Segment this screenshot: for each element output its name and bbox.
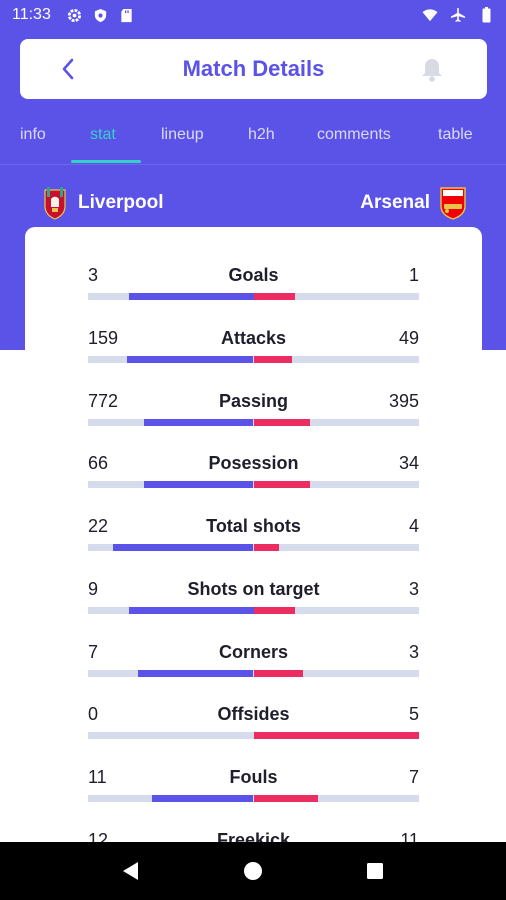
stat-bar-away — [253, 419, 310, 426]
stat-row-possession: 66 Posession 34 — [88, 453, 419, 503]
settings-icon — [67, 7, 83, 23]
stat-row-offsides: 0 Offsides 5 — [88, 704, 419, 754]
stat-away-value: 34 — [398, 453, 419, 473]
stat-bar-home — [144, 481, 254, 488]
nav-back-button[interactable] — [111, 851, 151, 891]
stat-row-fouls: 11 Fouls 7 — [88, 767, 419, 817]
stat-bar-home — [113, 544, 254, 551]
back-button[interactable] — [56, 55, 80, 83]
airplane-icon — [450, 7, 466, 23]
circle-home-icon — [244, 862, 262, 880]
status-bar: 11:33 — [0, 0, 506, 30]
battery-icon — [478, 7, 494, 23]
stat-label: Posession — [208, 453, 299, 473]
stat-away-value: 1 — [408, 265, 419, 285]
active-tab-indicator — [71, 160, 141, 163]
stat-bar — [88, 607, 419, 614]
stat-bar-away — [253, 481, 310, 488]
stat-row-total-shots: 22 Total shots 4 — [88, 516, 419, 566]
stat-label: Shots on target — [187, 579, 320, 599]
stat-row-passing: 772 Passing 395 — [88, 391, 419, 441]
stat-bar-away — [253, 795, 318, 802]
stat-bar-home — [144, 419, 254, 426]
away-team: Arsenal — [360, 185, 468, 221]
stat-away-value: 7 — [408, 767, 419, 787]
stat-label: Passing — [218, 391, 289, 411]
tab-table[interactable]: table — [438, 126, 473, 144]
stat-bar-home — [126, 356, 254, 363]
tab-lineup[interactable]: lineup — [161, 126, 204, 144]
system-navigation-bar — [0, 842, 506, 900]
chevron-left-icon — [62, 58, 74, 80]
home-team-name: Liverpool — [78, 192, 164, 213]
stat-bar-home — [137, 670, 254, 677]
stat-away-value: 49 — [398, 328, 419, 348]
stat-bar-away — [253, 732, 419, 739]
stat-bar-away — [253, 670, 304, 677]
bell-icon — [422, 59, 442, 82]
triangle-back-icon — [123, 862, 138, 880]
tab-h2h[interactable]: h2h — [248, 126, 275, 144]
stat-row-attacks: 159 Attacks 49 — [88, 328, 419, 378]
stat-bar-away — [253, 293, 295, 300]
page-title: Match Details — [182, 56, 325, 81]
tab-info[interactable]: info — [20, 126, 46, 144]
stat-away-value: 5 — [408, 704, 419, 724]
stat-bar-away — [253, 607, 295, 614]
stat-bar-home — [129, 293, 254, 300]
nav-recents-button[interactable] — [355, 851, 395, 891]
header-card: Match Details — [20, 39, 487, 99]
stat-bar — [88, 481, 419, 488]
stat-away-value: 3 — [408, 642, 419, 662]
tab-comments[interactable]: comments — [317, 126, 391, 144]
stat-row-shots-on-target: 9 Shots on target 3 — [88, 579, 419, 629]
stat-bar — [88, 670, 419, 677]
stat-label: Total shots — [206, 516, 301, 536]
stat-row-goals: 3 Goals 1 — [88, 265, 419, 315]
stat-bar-home — [129, 607, 254, 614]
stat-bar — [88, 732, 419, 739]
stat-away-value: 4 — [408, 516, 419, 536]
square-recents-icon — [367, 863, 383, 879]
stats-card: 3 Goals 1 159 Attacks 49 772 Passing 395… — [25, 227, 482, 867]
stat-bar — [88, 293, 419, 300]
tab-divider — [0, 164, 506, 165]
stat-bar-away — [253, 356, 293, 363]
stat-bar — [88, 795, 419, 802]
stat-label: Goals — [228, 265, 279, 285]
stat-bar — [88, 544, 419, 551]
notification-button[interactable] — [417, 55, 447, 85]
arsenal-crest-icon — [438, 185, 468, 221]
tab-stat[interactable]: stat — [90, 126, 116, 144]
stat-bar-home — [152, 795, 254, 802]
stat-label: Attacks — [220, 328, 287, 348]
stat-row-corners: 7 Corners 3 — [88, 642, 419, 692]
home-team: Liverpool — [40, 185, 164, 221]
stat-away-value: 395 — [388, 391, 419, 411]
wifi-icon — [422, 7, 438, 23]
away-team-name: Arsenal — [360, 192, 430, 213]
status-time: 11:33 — [12, 6, 51, 23]
stat-label: Fouls — [229, 767, 278, 787]
stat-label: Corners — [218, 642, 289, 662]
stat-bar-away — [253, 544, 279, 551]
stat-label: Offsides — [217, 704, 290, 724]
sd-card-icon — [119, 7, 135, 23]
stat-bar — [88, 356, 419, 363]
stat-away-value: 3 — [408, 579, 419, 599]
shield-icon — [93, 7, 109, 23]
tab-bar: info stat lineup h2h comments table — [0, 112, 506, 164]
nav-home-button[interactable] — [233, 851, 273, 891]
liverpool-crest-icon — [40, 185, 70, 221]
stat-bar — [88, 419, 419, 426]
